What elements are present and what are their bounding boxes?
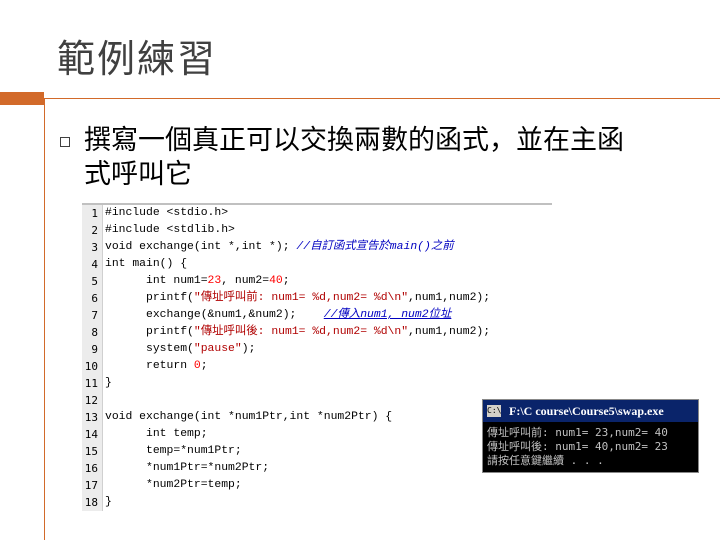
console-title-bar[interactable]: C:\ F:\C course\Course5\swap.exe <box>483 400 698 422</box>
code-text: printf("傳址呼叫前: num1= %d,num2= %d\n",num1… <box>105 290 490 307</box>
code-text: #include <stdlib.h> <box>105 222 235 239</box>
code-text: temp=*num1Ptr; <box>105 443 242 460</box>
code-text: #include <stdio.h> <box>105 205 228 222</box>
line-number: 14 <box>84 428 98 441</box>
line-number: 2 <box>91 224 98 237</box>
code-line: 1 #include <stdio.h> <box>82 205 228 222</box>
code-token: ; <box>282 275 290 287</box>
code-line: 7 exchange(&num1,&num2); //傳入num1, num2位… <box>82 307 451 324</box>
code-text: void exchange(int *num1Ptr,int *num2Ptr)… <box>105 409 392 426</box>
code-token: system( <box>105 343 194 355</box>
code-token: } <box>105 496 112 508</box>
line-number: 12 <box>84 394 98 407</box>
console-output-line: 傳址呼叫後: num1= 40,num2= 23 <box>487 440 668 453</box>
code-line: 14 int temp; <box>82 426 208 443</box>
line-number: 16 <box>84 462 98 475</box>
code-text: system("pause"); <box>105 341 255 358</box>
code-line: 5 int num1=23, num2=40; <box>82 273 289 290</box>
code-line: 17 *num2Ptr=temp; <box>82 477 242 494</box>
code-line: 16 *num1Ptr=*num2Ptr; <box>82 460 269 477</box>
code-token: "傳址呼叫前: num1= %d,num2= %d\n" <box>193 292 409 304</box>
code-text: *num1Ptr=*num2Ptr; <box>105 460 269 477</box>
code-token: , num2= <box>221 275 270 287</box>
line-number: 6 <box>91 292 98 305</box>
code-token: *num1Ptr=*num2Ptr; <box>105 462 270 474</box>
bullet-text-line-2: 式呼叫它 <box>84 159 192 190</box>
console-output-line: 請按任意鍵繼續 . . . <box>487 454 604 467</box>
line-number: 5 <box>91 275 98 288</box>
line-number: 4 <box>91 258 98 271</box>
code-line: 15 temp=*num1Ptr; <box>82 443 242 460</box>
code-text: } <box>105 494 112 511</box>
code-token: int main() { <box>105 258 188 270</box>
code-line: 18} <box>82 494 112 511</box>
code-token: "pause" <box>193 343 242 355</box>
code-line: 4 int main() { <box>82 256 187 273</box>
code-line: 10 return 0; <box>82 358 208 375</box>
console-app-icon: C:\ <box>487 405 502 417</box>
code-token: #include <stdlib.h> <box>105 224 235 236</box>
slide-title: 範例練習 <box>57 37 218 81</box>
bullet-text-line-1: 撰寫一個真正可以交換兩數的函式，並在主函 <box>84 125 624 156</box>
code-token: int num1= <box>105 275 208 287</box>
code-text: } <box>105 375 112 392</box>
console-output-line: 傳址呼叫前: num1= 23,num2= 40 <box>487 426 668 439</box>
line-number: 11 <box>84 377 98 390</box>
line-number: 15 <box>84 445 98 458</box>
code-line: 2 #include <stdlib.h> <box>82 222 235 239</box>
code-line: 11} <box>82 375 112 392</box>
bullet-square-icon <box>60 137 70 147</box>
line-number: 10 <box>84 360 98 373</box>
code-token: ; <box>200 360 208 372</box>
code-text: int main() { <box>105 256 187 273</box>
bullet-text: 撰寫一個真正可以交換兩數的函式，並在主函 式呼叫它 <box>84 124 684 192</box>
code-token: ); <box>241 343 256 355</box>
code-token: 23 <box>207 275 222 287</box>
code-token: return <box>105 360 194 372</box>
code-token: 0 <box>193 360 201 372</box>
code-line: 9 system("pause"); <box>82 341 255 358</box>
title-divider <box>44 98 720 99</box>
line-number: 1 <box>91 207 98 220</box>
code-token: //傳入num1, num2位址 <box>323 309 452 321</box>
code-token: void exchange(int *,int *); <box>105 241 297 253</box>
code-token: ,num1,num2); <box>408 292 491 304</box>
line-number: 17 <box>84 479 98 492</box>
line-number: 13 <box>84 411 98 424</box>
code-token: //自訂函式宣告於main()之前 <box>296 241 454 253</box>
code-token: printf( <box>105 292 194 304</box>
code-token: int temp; <box>105 428 208 440</box>
code-line: 6 printf("傳址呼叫前: num1= %d,num2= %d\n",nu… <box>82 290 490 307</box>
code-text: return 0; <box>105 358 208 375</box>
code-token: "傳址呼叫後: num1= %d,num2= %d\n" <box>193 326 409 338</box>
console-window[interactable]: C:\ F:\C course\Course5\swap.exe 傳址呼叫前: … <box>482 399 699 473</box>
code-token: } <box>105 377 112 389</box>
code-token: #include <stdio.h> <box>105 207 229 219</box>
code-token: exchange(&num1,&num2); <box>105 309 324 321</box>
code-token: *num2Ptr=temp; <box>105 479 242 491</box>
code-token: 40 <box>269 275 283 287</box>
code-text: exchange(&num1,&num2); //傳入num1, num2位址 <box>105 307 451 324</box>
line-number: 3 <box>91 241 98 254</box>
code-line: 13 void exchange(int *num1Ptr,int *num2Pt… <box>82 409 392 426</box>
code-token: temp=*num1Ptr; <box>105 445 242 457</box>
line-number: 7 <box>91 309 98 322</box>
code-line: 3 void exchange(int *,int *); //自訂函式宣告於ma… <box>82 239 453 256</box>
left-divider <box>44 99 45 540</box>
line-number: 18 <box>84 496 98 509</box>
code-text: int num1=23, num2=40; <box>105 273 290 290</box>
code-token: printf( <box>105 326 194 338</box>
code-line: 8 printf("傳址呼叫後: num1= %d,num2= %d\n",nu… <box>82 324 490 341</box>
code-text: printf("傳址呼叫後: num1= %d,num2= %d\n",num1… <box>105 324 490 341</box>
code-text: int temp; <box>105 426 208 443</box>
title-accent-block <box>0 92 44 105</box>
console-title: F:\C course\Course5\swap.exe <box>509 404 664 418</box>
line-number: 8 <box>91 326 98 339</box>
code-text: *num2Ptr=temp; <box>105 477 242 494</box>
code-line: 12 <box>82 392 98 409</box>
code-token: void exchange(int *num1Ptr,int *num2Ptr)… <box>105 411 393 423</box>
line-number: 9 <box>91 343 98 356</box>
code-token: ,num1,num2); <box>408 326 491 338</box>
code-text: void exchange(int *,int *); //自訂函式宣告於mai… <box>105 239 454 256</box>
